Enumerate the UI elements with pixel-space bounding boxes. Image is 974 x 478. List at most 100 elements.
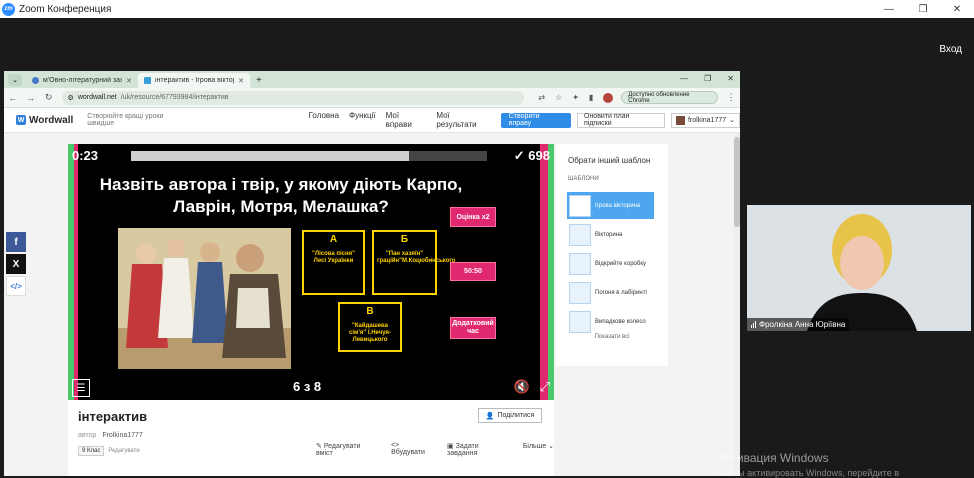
template-thumb-icon	[569, 310, 591, 333]
template-thumb-icon	[569, 252, 591, 275]
bookmark-star-icon[interactable]: ☆	[555, 93, 562, 102]
share-icon: 👤	[485, 412, 495, 420]
powerup-fifty-fifty[interactable]: 50:50	[450, 262, 496, 281]
chevron-down-icon: ⌄	[729, 117, 735, 124]
share-button[interactable]: 👤 Поділитися	[478, 408, 542, 423]
login-button[interactable]: Вход	[939, 44, 962, 55]
template-panel-title: Обрати інший шаблон	[568, 156, 651, 165]
more-link[interactable]: Більше ⌄	[523, 442, 554, 457]
wordwall-header: W Wordwall Створюйте кращі уроки швидше …	[4, 108, 740, 133]
url-input[interactable]: ⚙ wordwall.net/uk/resource/67793984/інте…	[61, 90, 525, 105]
address-bar-row: ← → ↻ ⚙ wordwall.net/uk/resource/6779398…	[4, 88, 740, 108]
participant-video	[747, 205, 971, 331]
template-panel: Обрати інший шаблон ШАБЛОНИ Ігрова вікто…	[556, 144, 668, 366]
wordwall-nav: Головна Функції Мої вправи Мої результат…	[309, 111, 491, 129]
template-thumb-icon	[569, 194, 591, 217]
embed-icon[interactable]: </>	[6, 276, 26, 296]
extensions-icon[interactable]: ✦	[572, 93, 579, 102]
participant-video-tile[interactable]: Фролкіна Анна Юріївна	[747, 205, 971, 331]
social-share-bar: f X </>	[6, 232, 26, 296]
wordwall-favicon-icon	[144, 77, 151, 84]
template-thumb-icon	[569, 281, 591, 304]
tab-1[interactable]: м'Овно-літературний захід до ✕	[26, 73, 138, 88]
edit-content-link[interactable]: ✎ Редагувати вміст	[316, 442, 379, 457]
mute-icon[interactable]: 🔇	[514, 379, 530, 395]
profile-avatar-icon[interactable]	[603, 92, 614, 103]
show-all-templates-link[interactable]: Показати всі	[556, 334, 668, 340]
chrome-update-button[interactable]: Доступно обновление Chrome	[621, 91, 719, 104]
zoom-window-title: Zoom Конференция	[19, 3, 112, 15]
zoom-logo-icon: zm	[2, 2, 15, 16]
assign-link[interactable]: ▣ Задати завдання	[447, 442, 511, 457]
powerup-extra-time[interactable]: Додатковий час	[450, 317, 496, 339]
nav-my-activities[interactable]: Мої вправи	[386, 111, 427, 129]
tab-close-icon[interactable]: ✕	[238, 77, 244, 85]
answer-c[interactable]: В "Кайдашева сім'я" І.Нечуя-Левицького	[338, 302, 402, 352]
activity-title: інтерактив	[78, 409, 148, 424]
wordwall-logo-icon: W	[16, 115, 26, 125]
answer-b[interactable]: Б "Пан хазяїн" граційн"М.Коцюбинського	[372, 230, 455, 295]
upgrade-plan-button[interactable]: Оновити план підписки	[577, 112, 665, 128]
shared-browser-window: ⌄ м'Овно-літературний захід до ✕ інтерак…	[4, 71, 740, 476]
back-icon[interactable]: ←	[8, 93, 18, 103]
tab-search-icon[interactable]: ⌄	[8, 74, 22, 86]
template-game-quiz[interactable]: Ігрова вікторина	[567, 192, 654, 219]
page-content: f X </> 0:23 ✓ 698 Назвіть автора і твір…	[4, 133, 740, 476]
create-activity-button[interactable]: Створити вправу	[500, 112, 571, 128]
activity-info: інтерактив 👤 Поділитися автор Frolkina17…	[68, 400, 554, 476]
template-quiz[interactable]: Вікторина	[567, 221, 654, 248]
progress-fill	[131, 151, 409, 161]
x-share-icon[interactable]: X	[6, 254, 26, 274]
score: ✓ 698	[513, 148, 550, 163]
close-button[interactable]: ✕	[940, 0, 974, 18]
participant-name-label: Фролкіна Анна Юріївна	[747, 318, 850, 331]
page-scrollbar[interactable]	[734, 133, 740, 476]
template-maze-chase[interactable]: Погоня в лабіринті	[567, 279, 654, 306]
browser-restore-icon[interactable]: ❐	[704, 74, 711, 83]
embed-link[interactable]: <> Вбудувати	[391, 442, 435, 457]
minimize-button[interactable]: —	[872, 0, 906, 18]
nav-features[interactable]: Функції	[349, 111, 376, 129]
new-tab-icon[interactable]: +	[256, 75, 262, 86]
author-link[interactable]: Frolkina1777	[102, 432, 142, 439]
translate-icon[interactable]: ⇄	[538, 93, 545, 102]
maximize-button[interactable]: ❐	[906, 0, 940, 18]
powerup-double-score[interactable]: Оцінка x2	[450, 207, 496, 227]
activity-actions: ✎ Редагувати вміст <> Вбудувати ▣ Задати…	[316, 442, 554, 457]
template-open-box[interactable]: Відкрийте коробку	[567, 250, 654, 277]
question-illustration	[118, 228, 291, 369]
question-text: Назвіть автора і твір, у якому діють Кар…	[99, 175, 463, 216]
windows-activation-watermark: Активация Windows	[718, 451, 829, 465]
templates-section-label: ШАБЛОНИ	[568, 176, 599, 182]
answer-a[interactable]: А "Лісова пісня" Лесі Українки	[302, 230, 365, 295]
more-menu-icon[interactable]: ⋮	[726, 92, 736, 103]
nav-my-results[interactable]: Мої результати	[436, 111, 490, 129]
reload-icon[interactable]: ↻	[44, 92, 54, 103]
browser-close-icon[interactable]: ✕	[727, 74, 734, 83]
windows-activation-subtext: Чтобы активировать Windows, перейдите в	[718, 468, 899, 478]
zoom-titlebar: zm Zoom Конференция — ❐ ✕	[0, 0, 974, 18]
painting-illustration	[118, 228, 291, 369]
tab-favicon-icon	[32, 77, 39, 84]
wordwall-logo[interactable]: W Wordwall	[16, 115, 73, 126]
browser-tabbar: ⌄ м'Овно-літературний захід до ✕ інтерак…	[4, 71, 740, 88]
browser-minimize-icon[interactable]: —	[680, 74, 688, 83]
template-thumb-icon	[569, 223, 591, 246]
grade-row: 9 Клас Редагувати	[78, 446, 140, 456]
game-menu-icon[interactable]: ☰	[72, 379, 90, 397]
signal-bars-icon	[751, 321, 756, 328]
nav-home[interactable]: Головна	[309, 111, 339, 129]
template-random-wheel[interactable]: Випадкове колесо	[567, 308, 654, 335]
forward-icon[interactable]: →	[26, 93, 36, 103]
user-menu[interactable]: frolkina1777 ⌄	[670, 112, 740, 128]
quiz-game-canvas: 0:23 ✓ 698 Назвіть автора і твір, у яком…	[68, 144, 554, 400]
fullscreen-icon[interactable]: ⤢	[540, 379, 550, 395]
tab-2-active[interactable]: інтерактив - Ігрова вікторина ✕	[138, 73, 250, 88]
progress-bar	[131, 151, 487, 161]
tab-close-icon[interactable]: ✕	[126, 77, 132, 85]
facebook-share-icon[interactable]: f	[6, 232, 26, 252]
edit-tags-link[interactable]: Редагувати	[108, 448, 139, 454]
grade-badge: 9 Клас	[78, 446, 105, 456]
sidebar-icon[interactable]: ▮	[589, 93, 593, 102]
site-info-icon[interactable]: ⚙	[68, 94, 74, 102]
